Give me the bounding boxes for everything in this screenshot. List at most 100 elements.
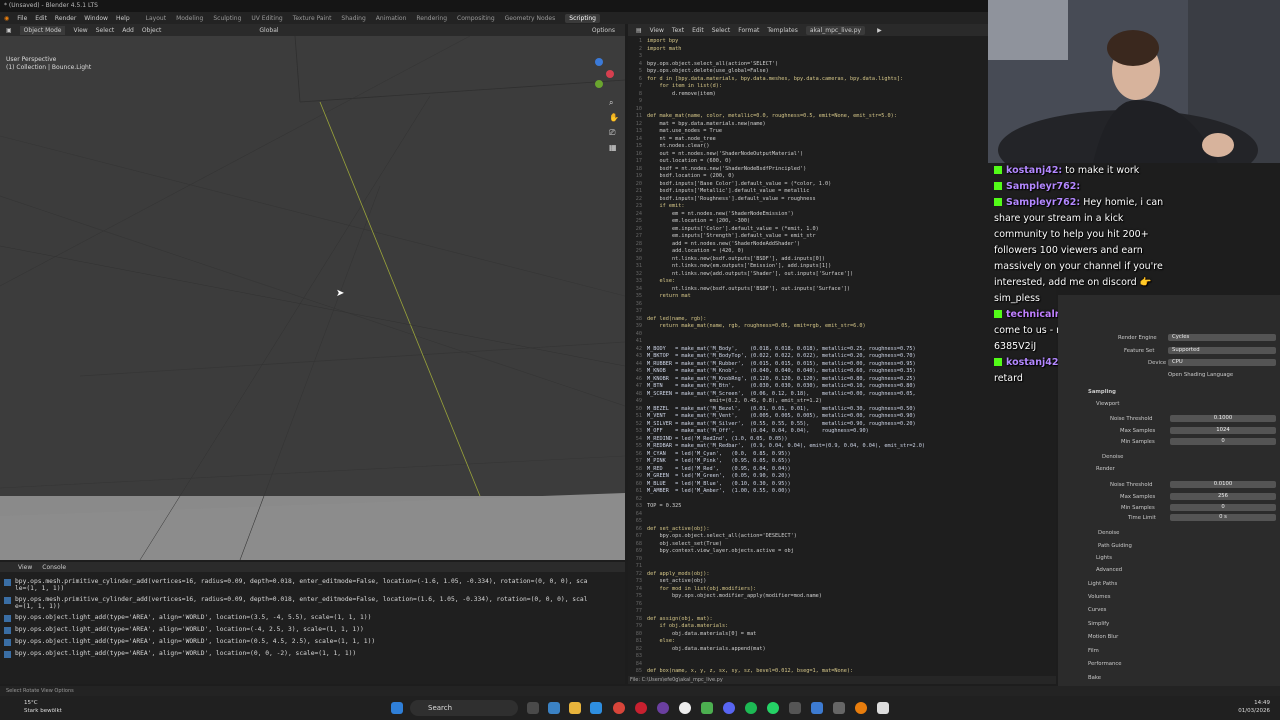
console-menu-console[interactable]: Console — [42, 564, 66, 571]
performance-section[interactable]: Performance — [1088, 661, 1122, 667]
code-line[interactable]: bsdf = nt.nodes.new('ShaderNodeBsdfPrinc… — [647, 166, 806, 172]
code-line[interactable]: set_active(obj) — [647, 578, 706, 584]
blender-logo-icon[interactable]: ◉ — [4, 15, 9, 22]
navigation-gizmo[interactable] — [584, 58, 614, 88]
code-line[interactable]: else: — [647, 638, 675, 644]
spotify-icon[interactable] — [745, 702, 757, 714]
code-line[interactable]: M_KNOBR = make_mat('M_KnobRng', (0.120, … — [647, 376, 916, 382]
r-noise-field[interactable]: 0.0100 — [1170, 481, 1276, 488]
te-menu-format[interactable]: Format — [738, 27, 759, 34]
te-menu-edit[interactable]: Edit — [692, 27, 704, 34]
viewport-menu-view[interactable]: View — [73, 27, 87, 34]
code-line[interactable]: import bpy — [647, 38, 678, 44]
text-editor-type-icon[interactable]: ▤ — [636, 27, 642, 34]
code-line[interactable]: M_SCREEN = make_mat('M_Screen', (0.06, 0… — [647, 391, 916, 397]
code-line[interactable]: M_PINK = led('M_Pink', (0.95, 0.05, 0.65… — [647, 458, 791, 464]
code-line[interactable]: nt.links.new(bsdf.outputs['BSDF'], add.i… — [647, 256, 825, 262]
code-line[interactable]: M_REDIND = led('M_RedInd', (1.0, 0.05, 0… — [647, 436, 788, 442]
viewport-subsection[interactable]: Viewport — [1096, 401, 1119, 407]
code-line[interactable]: out = nt.nodes.new('ShaderNodeOutputMate… — [647, 151, 803, 157]
r-min-field[interactable]: 0 — [1170, 504, 1276, 511]
code-line[interactable]: M_GREEN = led('M_Green', (0.05, 0.90, 0.… — [647, 473, 791, 479]
code-line[interactable]: em.location = (200, -300) — [647, 218, 750, 224]
viewport-menu-object[interactable]: Object — [142, 27, 162, 34]
code-line[interactable]: obj.data.materials.append(mat) — [647, 646, 766, 652]
code-line[interactable]: d.remove(item) — [647, 91, 716, 97]
r-denoise[interactable]: Denoise — [1098, 530, 1119, 536]
code-line[interactable]: for item in list(d): — [647, 83, 721, 89]
sampling-section[interactable]: Sampling — [1088, 389, 1116, 395]
code-line[interactable]: def set_active(obj): — [647, 526, 709, 532]
tab-animation[interactable]: Animation — [376, 15, 407, 22]
zoom-icon[interactable]: ⌕ — [609, 98, 613, 108]
code-line[interactable]: M_AMBER = led('M_Amber', (1.00, 0.55, 0.… — [647, 488, 791, 494]
menu-edit[interactable]: Edit — [35, 15, 47, 22]
menu-render[interactable]: Render — [55, 15, 76, 22]
device-dropdown[interactable]: CPU — [1168, 359, 1276, 366]
code-line[interactable]: M_RED = led('M_Red', (0.95, 0.04, 0.04)) — [647, 466, 791, 472]
object-mode-dropdown[interactable]: Object Mode — [19, 25, 66, 35]
viewport-menu-add[interactable]: Add — [122, 27, 134, 34]
vp-max-field[interactable]: 1024 — [1170, 427, 1276, 434]
curves-section[interactable]: Curves — [1088, 607, 1106, 613]
app-icon[interactable] — [811, 702, 823, 714]
task-view-icon[interactable] — [527, 702, 539, 714]
info-log[interactable]: bpy.ops.mesh.primitive_cylinder_add(vert… — [0, 572, 625, 684]
run-script-icon[interactable]: ▶ — [877, 27, 882, 34]
ortho-grid-icon[interactable]: ▦ — [609, 143, 617, 152]
feature-set-dropdown[interactable]: Supported — [1168, 347, 1276, 354]
tab-texture-paint[interactable]: Texture Paint — [293, 15, 332, 22]
code-line[interactable]: em.inputs['Strength'].default_value = em… — [647, 233, 816, 239]
code-line[interactable]: em = nt.nodes.new('ShaderNodeEmission') — [647, 211, 794, 217]
volumes-section[interactable]: Volumes — [1088, 594, 1110, 600]
tab-uv-editing[interactable]: UV Editing — [251, 15, 282, 22]
code-line[interactable]: nt.links.new(bsdf.outputs['BSDF'], out.i… — [647, 286, 850, 292]
system-clock[interactable]: 14:49 01/03/2026 — [1238, 699, 1270, 715]
tab-rendering[interactable]: Rendering — [416, 15, 447, 22]
menu-file[interactable]: File — [17, 15, 27, 22]
vp-min-field[interactable]: 0 — [1170, 438, 1276, 445]
render-subsection[interactable]: Render — [1096, 466, 1115, 472]
tab-compositing[interactable]: Compositing — [457, 15, 495, 22]
log-line[interactable]: bpy.ops.object.light_add(type='AREA', al… — [4, 650, 625, 658]
editor-type-icon[interactable]: ▣ — [6, 27, 12, 34]
code-line[interactable]: bsdf.inputs['Base Color'].default_value … — [647, 181, 831, 187]
blender-taskbar-icon[interactable] — [855, 702, 867, 714]
transform-orientation-dropdown[interactable]: Global — [259, 27, 278, 34]
time-limit-field[interactable]: 0 s — [1170, 514, 1276, 521]
bake-section[interactable]: Bake — [1088, 675, 1101, 681]
tor-icon[interactable] — [657, 702, 669, 714]
log-line[interactable]: bpy.ops.object.light_add(type='AREA', al… — [4, 626, 625, 634]
code-line[interactable]: M_KNOB = make_mat('M_Knob', (0.040, 0.04… — [647, 368, 916, 374]
code-line[interactable]: M_BTN = make_mat('M_Btn', (0.030, 0.030,… — [647, 383, 916, 389]
code-line[interactable]: def apply_mods(obj): — [647, 571, 709, 577]
log-line[interactable]: bpy.ops.mesh.primitive_cylinder_add(vert… — [4, 596, 625, 610]
code-line[interactable]: add = nt.nodes.new('ShaderNodeAddShader'… — [647, 241, 800, 247]
code-line[interactable]: out.location = (600, 0) — [647, 158, 731, 164]
code-line[interactable]: nt.links.new(em.outputs['Emission'], add… — [647, 263, 831, 269]
code-line[interactable]: obj.select_set(True) — [647, 541, 721, 547]
windows-start-icon[interactable] — [391, 702, 403, 714]
code-line[interactable]: M_OFF = make_mat('M_Off', (0.04, 0.04, 0… — [647, 428, 869, 434]
weather-widget[interactable]: 15°C Stark bewölkt — [4, 699, 62, 715]
opera-icon[interactable] — [635, 702, 647, 714]
motion-blur-section[interactable]: Motion Blur — [1088, 634, 1118, 640]
code-line[interactable]: emit=(0.2, 0.45, 0.8), emit_str=1.2) — [647, 398, 821, 404]
code-line[interactable]: M_RUBBER = make_mat('M_Rubber', (0.015, … — [647, 361, 916, 367]
code-line[interactable]: nt.links.new(add.outputs['Shader'], out.… — [647, 271, 853, 277]
code-line[interactable]: return make_mat(name, rgb, roughness=0.0… — [647, 323, 865, 329]
tab-layout[interactable]: Layout — [146, 15, 166, 22]
taskbar-search[interactable]: Search — [410, 700, 518, 716]
discord-icon[interactable] — [723, 702, 735, 714]
light-paths-section[interactable]: Light Paths — [1088, 581, 1117, 587]
vp-denoise[interactable]: Denoise — [1102, 454, 1123, 460]
log-line[interactable]: bpy.ops.mesh.primitive_cylinder_add(vert… — [4, 578, 625, 592]
code-line[interactable]: bpy.ops.object.select_all(action='DESELE… — [647, 533, 796, 539]
tab-sculpting[interactable]: Sculpting — [213, 15, 241, 22]
vp-noise-field[interactable]: 0.1000 — [1170, 415, 1276, 422]
code-line[interactable]: M_BKTOP = make_mat('M_BodyTop', (0.022, … — [647, 353, 916, 359]
code-line[interactable]: def assign(obj, mat): — [647, 616, 713, 622]
app-icon[interactable] — [833, 702, 845, 714]
code-line[interactable]: bsdf.inputs['Roughness'].default_value =… — [647, 196, 815, 202]
tab-shading[interactable]: Shading — [341, 15, 365, 22]
